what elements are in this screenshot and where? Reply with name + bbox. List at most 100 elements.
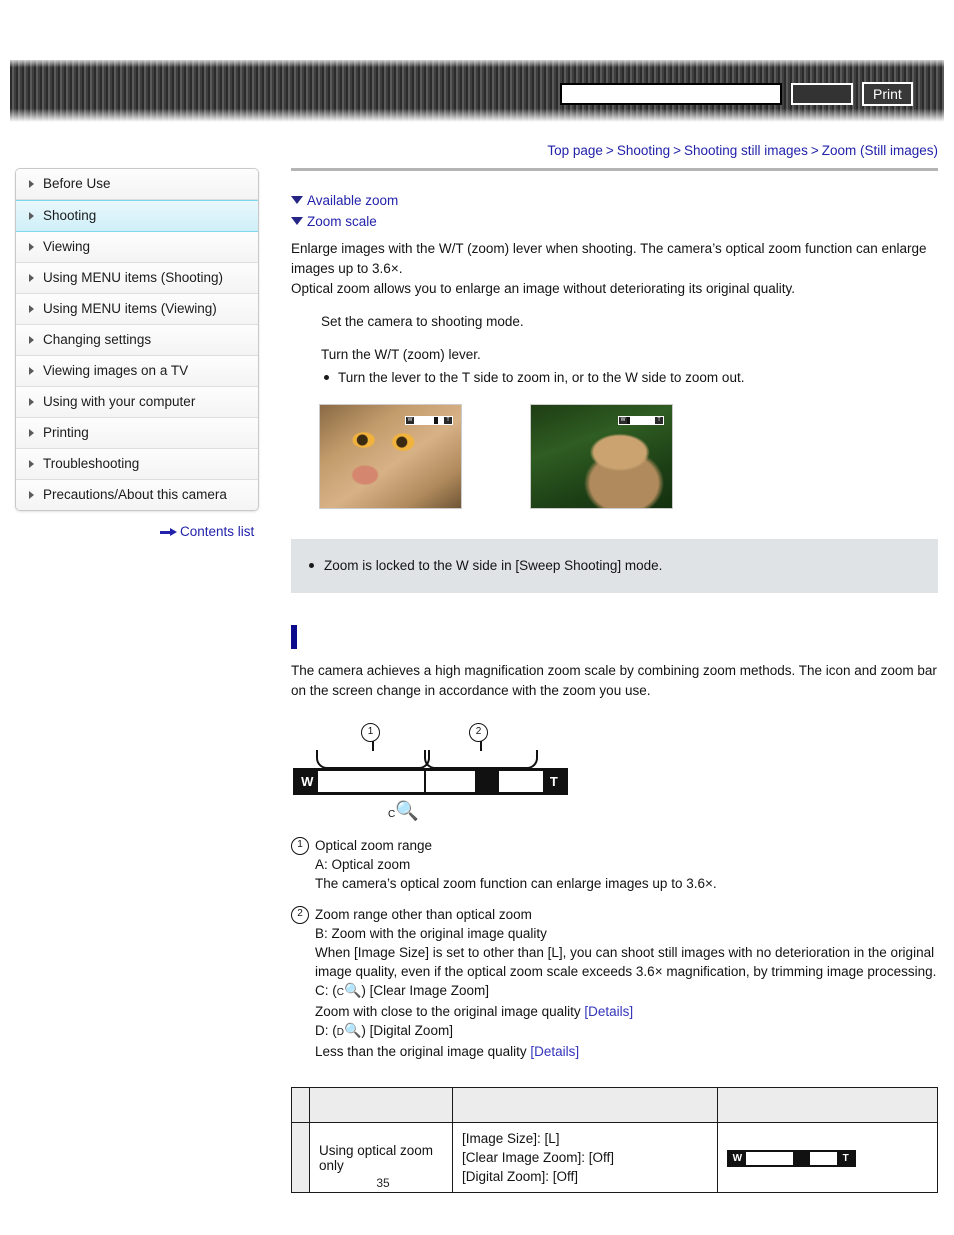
definition-title-label: Zoom range other than optical zoom <box>315 907 532 922</box>
definition-text-pre: D: ( <box>315 1023 337 1038</box>
zoom-bar-t-label: T <box>542 771 565 792</box>
step-text: Turn the W/T (zoom) lever. <box>321 347 481 362</box>
sidebar-item-using-with-computer[interactable]: Using with your computer <box>16 387 258 418</box>
definition-block-2: 2 Zoom range other than optical zoom B: Z… <box>291 905 938 1061</box>
photo-zoom-bar-telephoto: W T <box>405 416 453 425</box>
definition-block-1: 1 Optical zoom range A: Optical zoom The … <box>291 836 938 893</box>
definition-title-label: Optical zoom range <box>315 838 433 853</box>
zoom-bar-segment <box>745 1151 794 1165</box>
definition-list: 1 Optical zoom range A: Optical zoom The … <box>291 836 938 1061</box>
lead-paragraph-2: Optical zoom allows you to enlarge an im… <box>291 281 796 296</box>
breadcrumb-item-3[interactable]: Zoom (Still images) <box>822 143 938 158</box>
chevron-right-icon <box>29 491 34 499</box>
sidebar-item-label: Viewing images on a TV <box>43 363 189 378</box>
table-header-cell-1 <box>309 1087 453 1123</box>
definition-text: Zoom with close to the original image qu… <box>315 1004 585 1019</box>
sidebar-item-label: Using with your computer <box>43 394 196 409</box>
details-link[interactable]: [Details] <box>584 1004 633 1019</box>
zoom-bar-segment <box>630 417 655 424</box>
chevron-right-icon <box>29 180 34 188</box>
definition-line: A: Optical zoom <box>315 857 411 872</box>
sidebar-item-viewing[interactable]: Viewing <box>16 232 258 263</box>
page-root: Print Top page > Shooting > Shooting still i… <box>0 0 954 1235</box>
chevron-right-icon <box>29 305 34 313</box>
anchor-label: Zoom scale <box>307 214 377 229</box>
circle-number-icon: 1 <box>291 837 309 855</box>
diagram-marker-2: 2 <box>469 723 488 742</box>
step-list: Set the camera to shooting mode. Turn th… <box>291 311 938 388</box>
sidebar-item-label: Troubleshooting <box>43 456 140 471</box>
search-button[interactable] <box>791 83 853 105</box>
lead-paragraph-1: Enlarge images with the W/T (zoom) lever… <box>291 241 927 276</box>
details-link[interactable]: [Details] <box>530 1044 579 1059</box>
icon-sub-label: D <box>336 1027 344 1038</box>
page-number: 35 <box>0 1176 954 1190</box>
page-number-label: 35 <box>376 1176 390 1190</box>
sidebar-item-precautions[interactable]: Precautions/About this camera <box>16 480 258 510</box>
clear-image-zoom-icon: C🔍 <box>388 799 419 823</box>
cat-wide-photo: W T <box>530 404 673 509</box>
arrow-right-icon <box>160 528 177 537</box>
sidebar-item-label: Changing settings <box>43 332 152 347</box>
header-controls: Print <box>560 82 913 106</box>
definition-text-pre: C: ( <box>315 983 337 998</box>
zoom-bar-t-label: T <box>444 417 452 424</box>
sidebar-item-before-use[interactable]: Before Use <box>16 169 258 200</box>
sidebar-item-label: Using MENU items (Shooting) <box>43 270 224 285</box>
zoom-bar-w-label: W <box>729 1151 746 1165</box>
diagram-zoom-bar: W T <box>293 768 568 795</box>
photo-row: W T W T <box>291 404 938 509</box>
sidebar-item-label: Before Use <box>43 176 111 191</box>
anchor-available-zoom[interactable]: Available zoom <box>291 193 938 208</box>
table-header-row <box>291 1087 938 1123</box>
zoom-bar-marker <box>477 771 499 792</box>
print-button[interactable]: Print <box>862 82 913 106</box>
sidebar-item-shooting[interactable]: Shooting <box>16 200 258 232</box>
sidebar-item-using-menu-shooting[interactable]: Using MENU items (Shooting) <box>16 263 258 294</box>
chevron-right-icon <box>29 398 34 406</box>
sidebar-item-changing-settings[interactable]: Changing settings <box>16 325 258 356</box>
chevron-right-icon <box>29 429 34 437</box>
breadcrumb: Top page > Shooting > Shooting still images >… <box>547 143 938 158</box>
sidebar-item-using-menu-viewing[interactable]: Using MENU items (Viewing) <box>16 294 258 325</box>
sidebar-item-label: Using MENU items (Viewing) <box>43 301 217 316</box>
breadcrumb-separator: > <box>810 143 819 158</box>
breadcrumb-item-2[interactable]: Shooting still images <box>684 143 808 158</box>
contents-list-link[interactable]: Contents list <box>160 524 254 539</box>
sidebar-item-printing[interactable]: Printing <box>16 418 258 449</box>
magnifier-icon: 🔍 <box>343 1022 362 1038</box>
breadcrumb-separator: > <box>673 143 681 158</box>
section-accent-bar <box>291 625 297 649</box>
diagram-brace-2 <box>424 741 538 769</box>
anchor-zoom-scale[interactable]: Zoom scale <box>291 214 938 229</box>
zoom-bar-t-label: T <box>655 417 663 424</box>
zoom-bar-w-label: W <box>619 417 627 424</box>
sidebar-item-troubleshooting[interactable]: Troubleshooting <box>16 449 258 480</box>
sidebar-item-label: Shooting <box>43 208 97 223</box>
triangle-down-icon <box>291 196 303 204</box>
zoom-range-diagram: 1 2 W T C🔍 <box>293 723 568 822</box>
zoom-bar-segment <box>414 417 434 424</box>
table-zoom-bar: W T <box>727 1149 856 1167</box>
note-box: Zoom is locked to the W side in [Sweep S… <box>291 539 938 593</box>
zoom-bar-w-label: W <box>296 771 319 792</box>
diagram-brace-1 <box>316 741 430 769</box>
sidebar-item-viewing-images-tv[interactable]: Viewing images on a TV <box>16 356 258 387</box>
breadcrumb-item-1[interactable]: Shooting <box>617 143 670 158</box>
photo-zoom-bar-wide: W T <box>618 416 664 425</box>
definition-title-1: 1 Optical zoom range <box>291 836 938 855</box>
icon-sub-label: C <box>336 987 344 998</box>
definition-line-clear-image-zoom-desc: Zoom with close to the original image qu… <box>291 1002 938 1021</box>
search-input[interactable] <box>560 83 782 105</box>
definition-line-digital-zoom-desc: Less than the original image quality [De… <box>291 1042 938 1061</box>
chevron-right-icon <box>29 212 34 220</box>
chevron-right-icon <box>29 367 34 375</box>
step-item-1: Set the camera to shooting mode. <box>321 311 938 332</box>
table-header-cell-0 <box>291 1087 310 1123</box>
anchor-label: Available zoom <box>307 193 399 208</box>
step-sub-text: Turn the lever to the T side to zoom in,… <box>321 367 938 388</box>
sidebar-item-label: Printing <box>43 425 89 440</box>
note-text: Zoom is locked to the W side in [Sweep S… <box>291 557 938 575</box>
section-paragraph: The camera achieves a high magnification… <box>291 663 937 698</box>
breadcrumb-item-0[interactable]: Top page <box>547 143 603 158</box>
